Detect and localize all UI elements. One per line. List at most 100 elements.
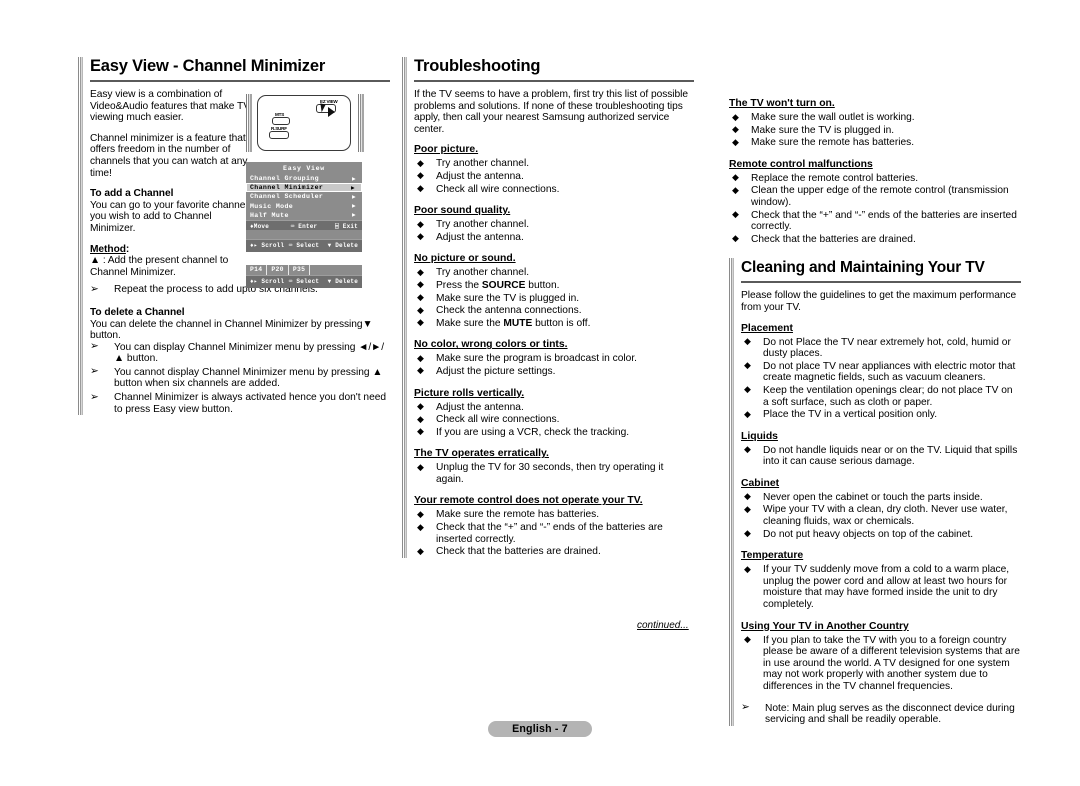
list-item: Try another channel.	[414, 158, 694, 170]
right-column: The TV won't turn on. Make sure the wall…	[729, 93, 1021, 728]
chevron-right-icon: ▶	[352, 211, 356, 219]
osd-channel-strip: P14 P20 P35	[246, 265, 362, 275]
list-poor-sound: Try another channel. Adjust the antenna.	[414, 219, 694, 243]
continued-note: continued...	[637, 620, 689, 631]
delete-channel-text: You can delete the channel in Channel Mi…	[90, 318, 373, 342]
list-item: Do not place TV near appliances with ele…	[741, 360, 1021, 384]
sub-heading-cabinet: Cabinet	[741, 477, 780, 489]
osd-item-label: Music Mode	[250, 202, 294, 210]
chevron-right-icon: ▶	[352, 175, 356, 183]
list-item: Try another channel.	[414, 219, 694, 231]
list-item: Replace the remote control batteries.	[729, 172, 1021, 185]
list-item: Never open the cabinet or touch the part…	[741, 491, 1021, 504]
list-item: Do not Place the TV near extremely hot, …	[741, 336, 1021, 360]
osd-item-channel-scheduler[interactable]: Channel Scheduler ▶	[246, 192, 362, 202]
osd-item-music-mode[interactable]: Music Mode ▶	[246, 201, 362, 211]
list-item: You can display Channel Minimizer menu b…	[90, 341, 390, 365]
list-no-picture-or-sound: Try another channel. Press the SOURCE bu…	[414, 267, 694, 329]
delete-notes-list: You can display Channel Minimizer menu b…	[90, 341, 390, 416]
list-erratic: Unplug the TV for 30 seconds, then try o…	[414, 462, 694, 485]
list-item: Check the antenna connections.	[414, 305, 694, 317]
add-channel-heading: To add a Channel	[90, 188, 174, 200]
list-item: If you plan to take the TV with you to a…	[741, 634, 1021, 693]
sub-heading-tv-wont-turn-on: The TV won't turn on.	[729, 98, 835, 109]
list-item: Wipe your TV with a clean, dry cloth. Ne…	[741, 504, 1021, 527]
osd-channel-list-bar: P14 P20 P35 ♦▸ Scroll ⌨ Select ▼ Delete	[246, 265, 362, 288]
remote-control-illustration: MTS R.SURF EZ VIEW	[246, 93, 364, 155]
remote-button-mts	[272, 117, 290, 125]
sub-heading-no-picture-or-sound: No picture or sound.	[414, 253, 516, 265]
osd-footer-select: ⌨ Select	[288, 242, 320, 249]
chevron-right-icon: ▶	[352, 202, 356, 210]
osd-item-channel-grouping[interactable]: Channel Grouping ▶	[246, 174, 362, 184]
list-item: Place the TV in a vertical position only…	[741, 409, 1021, 421]
method-colon: :	[125, 243, 130, 255]
osd-footer: ♦▸ Scroll ⌨ Select ▼ Delete	[246, 239, 362, 252]
page-title: Easy View - Channel Minimizer	[90, 57, 390, 82]
list-item: Unplug the TV for 30 seconds, then try o…	[414, 462, 694, 485]
list-item: Check that the batteries are drained.	[414, 546, 694, 558]
osd-footer-select: ⌨ Select	[288, 278, 320, 285]
list-final-note: Note: Main plug serves as the disconnect…	[741, 702, 1021, 726]
sub-heading-another-country: Using Your TV in Another Country	[741, 620, 909, 632]
osd-footer-move: ♦Move	[250, 222, 270, 230]
illustration-right-rule	[358, 94, 364, 152]
list-tv-wont-turn-on: Make sure the wall outlet is working. Ma…	[729, 112, 1021, 149]
osd-item-half-mute[interactable]: Half Mute ▶	[246, 210, 362, 220]
list-item: Adjust the antenna.	[414, 231, 694, 244]
list-item: Check all wire connections.	[414, 414, 694, 426]
list-item: Do not handle liquids near or on the TV.…	[741, 444, 1021, 468]
list-item: Adjust the picture settings.	[414, 365, 694, 378]
easy-view-intro-2: Channel minimizer is a feature that offe…	[90, 132, 248, 179]
osd-channel-p20[interactable]: P20	[267, 265, 289, 275]
sub-heading-temperature: Temperature	[741, 550, 804, 562]
list-item: Note: Main plug serves as the disconnect…	[741, 702, 1021, 726]
list-item: Try another channel.	[414, 267, 694, 279]
list-cabinet: Never open the cabinet or touch the part…	[741, 491, 1021, 541]
remote-button-rsurf	[269, 131, 289, 139]
middle-column: Troubleshooting If the TV seems to have …	[402, 57, 694, 559]
chevron-right-icon: ▶	[352, 193, 356, 201]
osd-item-label: Half Mute	[250, 211, 289, 219]
list-item: Check that the “+” and “-” ends of the b…	[729, 209, 1021, 233]
sub-heading-erratic: The TV operates erratically.	[414, 448, 549, 460]
section-cleaning-maintaining: Cleaning and Maintaining Your TV Please …	[729, 258, 1021, 727]
list-item: Make sure the TV is plugged in.	[414, 292, 694, 305]
list-item: Make sure the remote has batteries.	[729, 137, 1021, 149]
list-picture-rolls: Adjust the antenna. Check all wire conne…	[414, 401, 694, 439]
osd-easy-view-menu: Easy View Channel Grouping ▶ Channel Min…	[246, 162, 362, 233]
list-another-country: If you plan to take the TV with you to a…	[741, 634, 1021, 693]
osd-channel-p35[interactable]: P35	[289, 265, 311, 275]
list-remote-malfunctions: Replace the remote control batteries. Cl…	[729, 172, 1021, 246]
osd-footer-scroll: ♦▸ Scroll	[250, 278, 285, 285]
osd-item-label: Channel Grouping	[250, 175, 319, 183]
list-item: Press the SOURCE button.	[414, 279, 694, 292]
list-item: You cannot display Channel Minimizer men…	[90, 366, 390, 390]
sub-heading-no-color: No color, wrong colors or tints.	[414, 339, 568, 351]
list-item: Adjust the antenna.	[414, 170, 694, 183]
list-liquids: Do not handle liquids near or on the TV.…	[741, 444, 1021, 468]
method-label: Method	[90, 243, 126, 255]
osd-item-channel-minimizer[interactable]: Channel Minimizer ▶	[246, 183, 362, 193]
delete-channel-heading: To delete a Channel	[90, 306, 185, 318]
osd-footer-enter: ⌨ Enter	[290, 222, 318, 230]
osd-footer: ♦▸ Scroll ⌨ Select ▼ Delete	[246, 275, 362, 288]
add-channel-text: You can go to your favorite channel you …	[90, 199, 248, 234]
list-placement: Do not Place the TV near extremely hot, …	[741, 336, 1021, 421]
chevron-right-icon: ▶	[351, 184, 355, 192]
sub-heading-remote-malfunctions: Remote control malfunctions	[729, 158, 873, 170]
list-item: Do not put heavy objects on top of the c…	[741, 528, 1021, 541]
list-item: Adjust the antenna.	[414, 401, 694, 414]
list-item: Make sure the remote has batteries.	[414, 509, 694, 521]
list-temperature: If your TV suddenly move from a cold to …	[741, 564, 1021, 610]
osd-channel-p14[interactable]: P14	[246, 265, 268, 275]
pointer-icon	[320, 102, 327, 113]
list-item: Check that the batteries are drained.	[729, 233, 1021, 246]
sub-heading-liquids: Liquids	[741, 430, 778, 442]
remote-body: MTS R.SURF EZ VIEW	[257, 95, 351, 151]
list-item: Check that the “+” and “-” ends of the b…	[414, 522, 694, 545]
cleaning-title: Cleaning and Maintaining Your TV	[741, 258, 1021, 284]
osd-item-label: Channel Minimizer	[250, 184, 324, 192]
osd-footer-exit: ⌸ Exit	[335, 222, 358, 230]
list-no-color: Make sure the program is broadcast in co…	[414, 353, 694, 377]
